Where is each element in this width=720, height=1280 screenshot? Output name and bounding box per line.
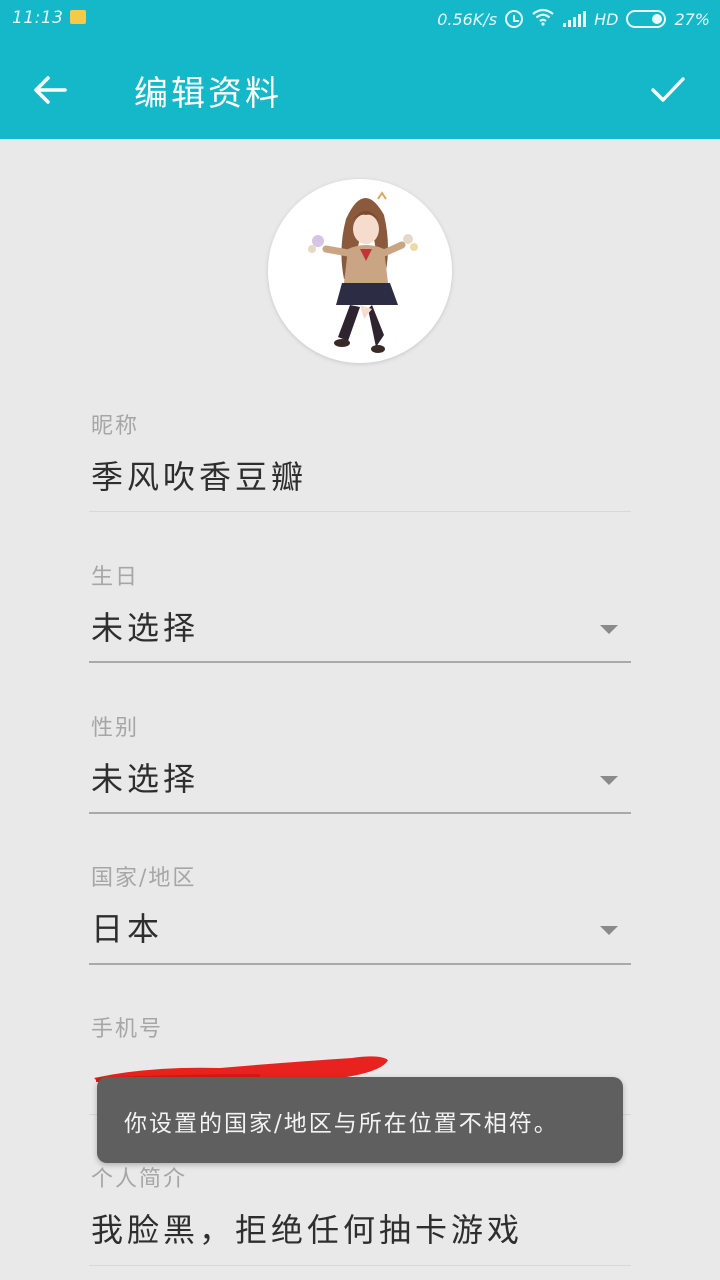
birthday-field[interactable]: 生日 未选择 [89, 559, 631, 669]
country-region-label: 国家/地区 [91, 866, 197, 891]
field-divider [89, 511, 631, 512]
birthday-label: 生日 [91, 565, 140, 590]
birthday-value: 未选择 [91, 609, 200, 647]
field-underline [89, 661, 631, 663]
chevron-down-icon[interactable] [600, 776, 618, 785]
status-time: 11:13 [12, 8, 64, 28]
page-title: 编辑资料 [134, 74, 282, 114]
arrow-left-icon [34, 76, 67, 104]
country-region-field[interactable]: 国家/地区 日本 [89, 860, 631, 970]
chevron-down-icon[interactable] [600, 625, 618, 634]
signal-icon [563, 11, 587, 27]
notification-icon [70, 10, 86, 24]
nickname-field[interactable]: 昵称 季风吹香豆瓣 [89, 408, 631, 518]
field-underline [89, 963, 631, 965]
network-type: HD [594, 9, 619, 29]
country-region-value: 日本 [91, 910, 164, 948]
toast-message: 你设置的国家/地区与所在位置不相符。 [97, 1077, 623, 1163]
app-toolbar: 编辑资料 [0, 38, 720, 139]
bio-value[interactable]: 我脸黑，拒绝任何抽卡游戏 [91, 1205, 523, 1251]
nickname-label: 昵称 [91, 414, 140, 439]
field-underline [89, 812, 631, 814]
bio-field[interactable]: 个人简介 我脸黑，拒绝任何抽卡游戏 [89, 1161, 631, 1271]
chevron-down-icon[interactable] [600, 926, 618, 935]
battery-icon [626, 10, 667, 28]
avatar-image [268, 179, 452, 363]
gender-value: 未选择 [91, 760, 200, 798]
avatar[interactable] [268, 179, 452, 363]
wifi-icon [531, 8, 555, 30]
confirm-button[interactable] [644, 66, 692, 114]
check-icon [651, 77, 685, 102]
battery-level: 27% [674, 9, 710, 29]
nickname-value[interactable]: 季风吹香豆瓣 [91, 452, 307, 498]
field-divider [89, 1265, 631, 1266]
alarm-icon [505, 10, 524, 28]
gender-field[interactable]: 性别 未选择 [89, 710, 631, 820]
status-right-group: 0.56K/s HD 27% [437, 8, 710, 30]
phone-label: 手机号 [91, 1017, 164, 1042]
status-bar: 11:13 0.56K/s HD 27% [0, 0, 720, 38]
back-button[interactable] [28, 68, 72, 112]
gender-label: 性别 [91, 716, 140, 741]
toast-text: 你设置的国家/地区与所在位置不相符。 [124, 1111, 559, 1137]
network-speed: 0.56K/s [437, 9, 498, 29]
bio-label: 个人简介 [91, 1167, 188, 1192]
